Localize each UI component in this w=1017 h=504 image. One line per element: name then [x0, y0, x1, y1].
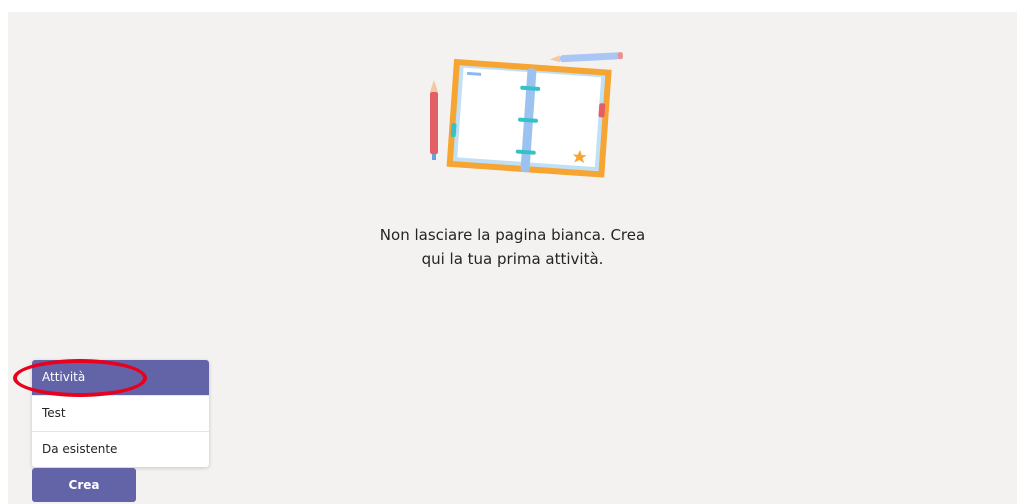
- empty-state-line-2: qui la tua prima attività.: [421, 250, 604, 268]
- empty-state-line-1: Non lasciare la pagina bianca. Crea: [379, 226, 646, 244]
- create-button[interactable]: Crea: [32, 468, 136, 502]
- menu-item-da-esistente[interactable]: Da esistente: [32, 431, 209, 467]
- empty-state-message: Non lasciare la pagina bianca. Crea qui …: [8, 223, 1017, 271]
- menu-item-attivita[interactable]: Attività: [32, 360, 209, 395]
- menu-item-test[interactable]: Test: [32, 395, 209, 431]
- create-menu: Attività Test Da esistente: [32, 360, 209, 467]
- notebook-illustration-icon: [430, 52, 623, 178]
